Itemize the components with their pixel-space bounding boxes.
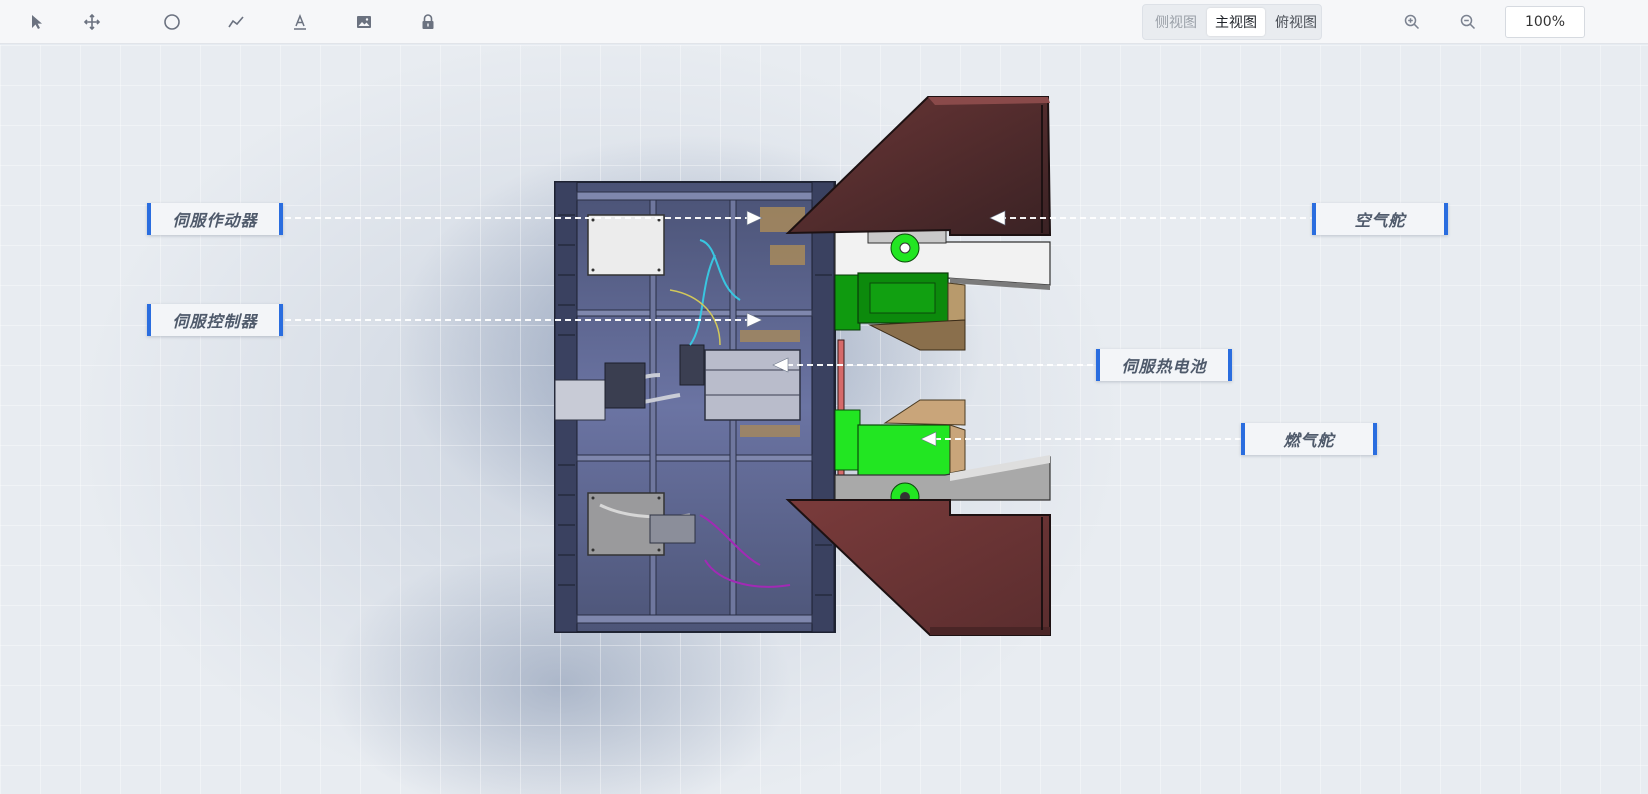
move-icon [83,13,101,31]
circle-icon [164,14,180,30]
zoom-out-button[interactable] [1454,8,1482,36]
zoom-in-icon [1404,14,1420,30]
zoom-out-icon [1460,14,1476,30]
lock-tool[interactable] [414,8,442,36]
tab-side-view[interactable]: 侧视图 [1147,8,1205,36]
image-tool[interactable] [350,8,378,36]
text-icon [294,13,306,30]
toolbar: 侧视图 主视图 俯视图 100% [0,0,1648,44]
text-tool[interactable] [286,8,314,36]
label-gas-rudder[interactable]: 燃气舵 [1241,423,1377,455]
equipment-frame [554,181,836,633]
canvas[interactable]: 伺服作动器 伺服控制器 空气舵 伺服热电池 燃气舵 [0,45,1648,794]
tab-front-view[interactable]: 主视图 [1207,8,1265,36]
missile-tail-model[interactable] [0,45,1648,794]
circle-tool[interactable] [158,8,186,36]
image-icon [357,16,371,28]
lock-icon [422,14,434,29]
tab-top-view[interactable]: 俯视图 [1267,8,1325,36]
view-switch: 侧视图 主视图 俯视图 [1142,4,1322,40]
polyline-tool[interactable] [222,8,250,36]
label-thermal-battery[interactable]: 伺服热电池 [1096,349,1232,381]
rudder-assembly [834,228,1051,519]
label-servo-actuator[interactable]: 伺服作动器 [147,203,283,235]
zoom-level-field[interactable]: 100% [1505,6,1585,38]
select-icon [32,15,42,29]
polyline-icon [228,16,244,28]
label-servo-controller[interactable]: 伺服控制器 [147,304,283,336]
move-tool[interactable] [78,8,106,36]
label-air-rudder[interactable]: 空气舵 [1312,203,1448,235]
zoom-in-button[interactable] [1398,8,1426,36]
select-tool[interactable] [23,8,51,36]
